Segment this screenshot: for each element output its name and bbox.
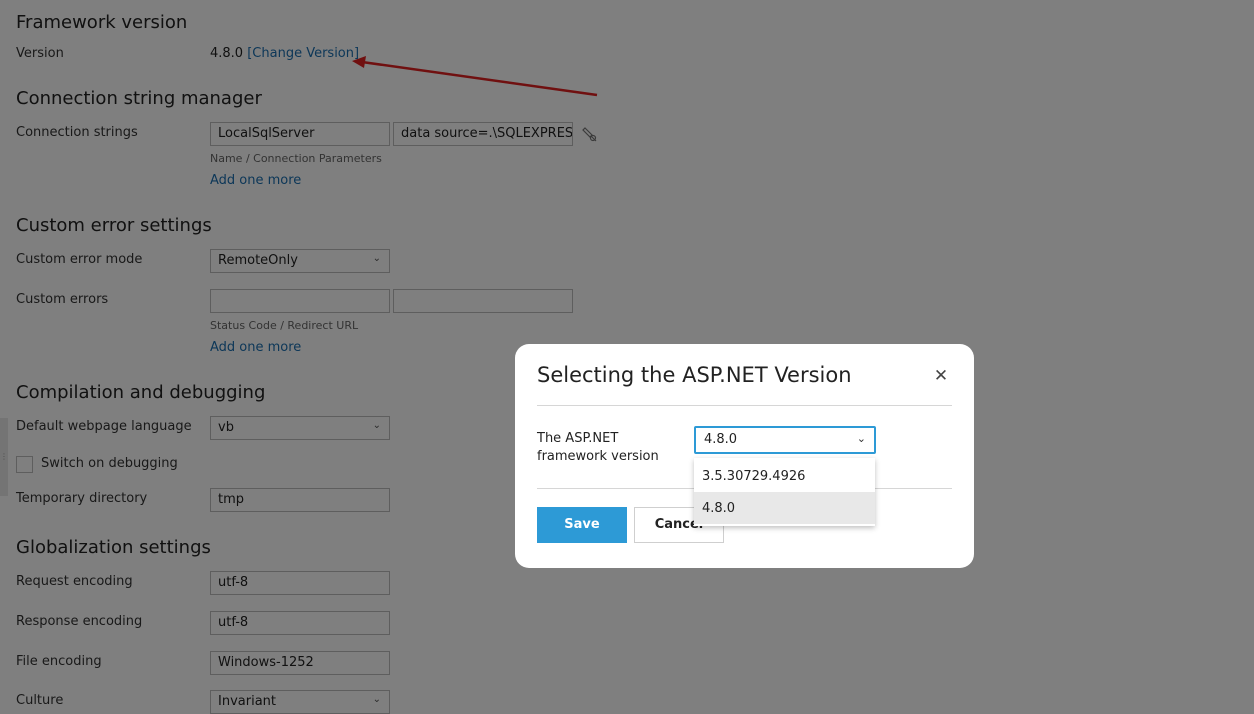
save-button[interactable]: Save: [537, 507, 627, 543]
framework-version-label: The ASP.NET framework version: [537, 431, 659, 464]
framework-version-dropdown: 3.5.30729.4926 4.8.0: [694, 458, 875, 526]
dialog-divider-top: [537, 405, 952, 406]
dialog-title: Selecting the ASP.NET Version: [537, 363, 852, 387]
close-icon[interactable]: ✕: [933, 366, 949, 386]
framework-version-select[interactable]: 4.8.0 ⌄: [694, 426, 876, 454]
chevron-down-icon: ⌄: [856, 432, 866, 445]
asp-version-dialog: Selecting the ASP.NET Version ✕ The ASP.…: [515, 344, 974, 568]
dropdown-option[interactable]: 3.5.30729.4926: [694, 460, 875, 492]
dropdown-option-selected[interactable]: 4.8.0: [694, 492, 875, 524]
framework-version-selected: 4.8.0: [704, 432, 738, 447]
